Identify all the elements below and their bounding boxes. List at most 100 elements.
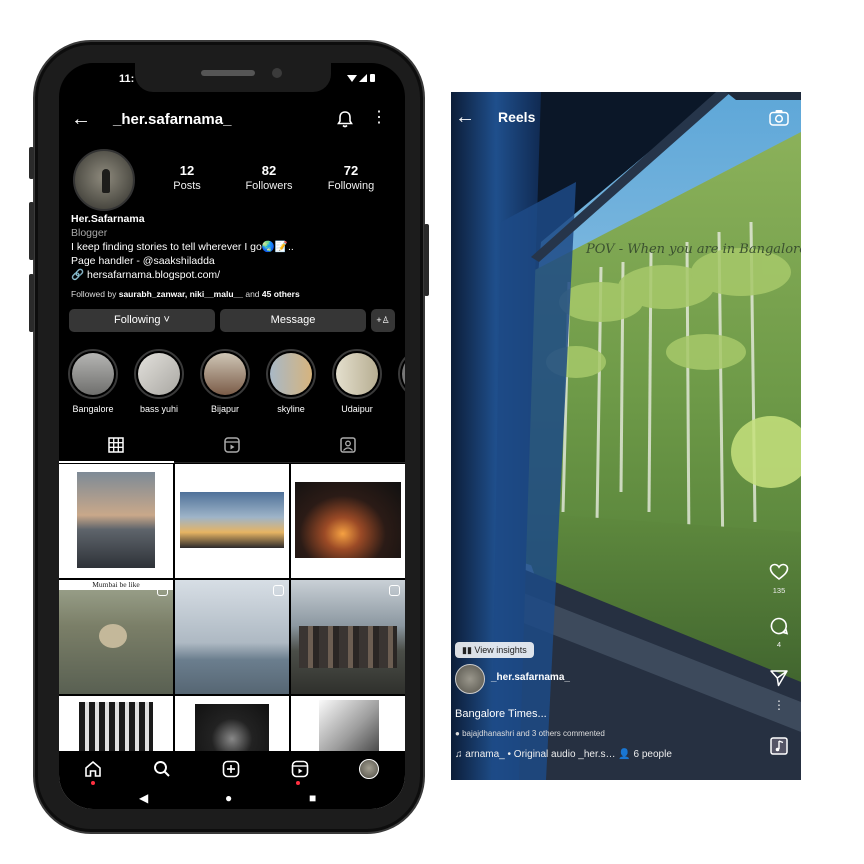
view-insights-button[interactable]: ▮▮ View insights: [455, 642, 534, 658]
followed-suffix: and: [242, 289, 262, 299]
stat-followers[interactable]: 82 Followers: [234, 163, 304, 192]
following-button[interactable]: Following ˅: [69, 309, 215, 332]
highlight-label: Udaipur: [341, 404, 373, 414]
screenshot-canvas: 11: ← _her.safarnama_ ⋮ 12 Posts 82 Foll…: [0, 0, 864, 864]
android-recents-icon[interactable]: ■: [309, 791, 316, 805]
stat-label: Followers: [245, 180, 293, 192]
highlight-label: e: [398, 404, 405, 414]
profile-tabs: [59, 431, 405, 463]
stat-label: Following: [327, 180, 375, 192]
followed-others: 45 others: [261, 289, 300, 299]
highlight-ring: [332, 349, 382, 399]
profile-bio: Her.Safarnama Blogger I keep finding sto…: [71, 212, 391, 301]
post-thumbnail[interactable]: Mumbai be like: [59, 580, 173, 694]
comment-icon[interactable]: [769, 616, 789, 636]
highlight-item[interactable]: Udaipur: [332, 349, 382, 414]
post-caption: Mumbai be like: [59, 580, 173, 590]
post-thumbnail[interactable]: [291, 580, 405, 694]
highlight-item[interactable]: skyline: [266, 349, 316, 414]
highlight-item[interactable]: Bijapur: [200, 349, 250, 414]
phone-notch: [135, 62, 331, 92]
bio-line: Page handler - @saakshiladda: [71, 255, 215, 267]
post-thumbnail[interactable]: [59, 464, 173, 578]
profile-username: _her.safarnama_: [113, 111, 232, 128]
insights-label: View insights: [474, 645, 527, 655]
post-thumbnail[interactable]: [175, 464, 289, 578]
post-image: [99, 624, 127, 648]
post-image: [299, 626, 397, 668]
home-icon[interactable]: [83, 759, 103, 779]
android-back-icon[interactable]: ◀: [139, 791, 148, 805]
insights-icon: ▮▮: [462, 645, 475, 655]
followed-by[interactable]: Followed by saurabh_zanwar, niki__malu__…: [71, 287, 391, 301]
search-icon[interactable]: [152, 759, 172, 779]
grid-icon[interactable]: [108, 437, 124, 453]
highlight-label: Bijapur: [210, 404, 239, 414]
camera-icon[interactable]: [769, 109, 789, 126]
notification-dot: [296, 781, 300, 785]
reel-author-avatar[interactable]: [455, 664, 485, 694]
highlight-ring: [266, 349, 316, 399]
notification-dot: [91, 781, 95, 785]
highlight-label: skyline: [277, 404, 305, 414]
stat-following[interactable]: 72 Following: [316, 163, 386, 192]
share-send-icon[interactable]: [769, 668, 789, 688]
create-post-icon[interactable]: [221, 759, 241, 779]
avatar-figure: [102, 169, 110, 193]
reel-badge-icon: [157, 585, 168, 596]
reels-tab-icon[interactable]: [224, 437, 240, 453]
power-button: [424, 224, 429, 296]
reel-viewer[interactable]: ← Reels POV - When you are in Bangalore …: [451, 92, 801, 780]
post-image: [77, 472, 155, 568]
profile-avatar-nav[interactable]: [359, 759, 379, 779]
highlight-thumbnail: [402, 353, 405, 395]
highlight-ring: [68, 349, 118, 399]
speaker-grille: [201, 70, 255, 76]
reel-comment-summary[interactable]: ● bajajdhanashri and 3 others commented: [455, 729, 605, 738]
status-time: 11:: [119, 73, 135, 85]
add-person-button[interactable]: +♙: [371, 309, 395, 332]
more-options-icon[interactable]: ⋮: [769, 698, 789, 712]
highlight-item[interactable]: Bangalore: [68, 349, 118, 414]
reels-icon[interactable]: [290, 759, 310, 779]
stat-posts[interactable]: 12 Posts: [152, 163, 222, 192]
front-camera: [272, 68, 282, 78]
profile-actions: Following ˅ Message +♙: [69, 309, 395, 332]
reel-badge-icon: [273, 585, 284, 596]
highlight-item[interactable]: e: [398, 349, 405, 414]
like-count: 135: [772, 586, 786, 595]
highlight-ring: [398, 349, 405, 399]
like-heart-icon[interactable]: [769, 562, 789, 582]
post-thumbnail[interactable]: [291, 464, 405, 578]
stat-value: 82: [261, 163, 277, 178]
signal-battery-icon: [347, 74, 375, 82]
reel-caption[interactable]: Bangalore Times...: [455, 708, 547, 720]
story-highlights: Bangalore bass yuhi Bijapur skyline Udai…: [59, 349, 405, 419]
bio-line: I keep finding stories to tell wherever …: [71, 241, 294, 253]
active-tab-indicator: [59, 461, 174, 463]
message-button[interactable]: Message: [220, 309, 366, 332]
reel-back-arrow-icon[interactable]: ←: [455, 106, 475, 129]
highlight-thumbnail: [204, 353, 246, 395]
bell-icon[interactable]: [335, 109, 355, 129]
post-image: [295, 482, 401, 558]
profile-link[interactable]: 🔗 hersafarnama.blogspot.com/: [71, 268, 391, 282]
profile-link-text: hersafarnama.blogspot.com/: [87, 269, 221, 281]
post-thumbnail[interactable]: [175, 580, 289, 694]
highlight-item[interactable]: bass yuhi: [134, 349, 184, 414]
profile-avatar[interactable]: [73, 149, 135, 211]
tagged-icon[interactable]: [340, 437, 356, 453]
reels-title: Reels: [498, 109, 536, 125]
android-home-icon[interactable]: ●: [225, 791, 232, 805]
bottom-navigation: ◀ ● ■: [59, 751, 405, 809]
back-arrow-icon[interactable]: ←: [71, 107, 91, 131]
audio-thumbnail-icon[interactable]: [769, 736, 789, 756]
reel-author-username[interactable]: _her.safarnama_: [491, 672, 570, 683]
highlight-thumbnail: [270, 353, 312, 395]
reel-overlay-text: POV - When you are in Bangalore: [586, 242, 801, 257]
profile-category: Blogger: [71, 227, 108, 239]
highlight-thumbnail: [138, 353, 180, 395]
more-options-icon[interactable]: ⋮: [371, 108, 387, 128]
reel-comment-text: bajajdhanashri and 3 others commented: [462, 729, 605, 738]
reel-audio-info[interactable]: ♫ arnama_ • Original audio _her.s… 👤 6 p…: [455, 749, 672, 760]
